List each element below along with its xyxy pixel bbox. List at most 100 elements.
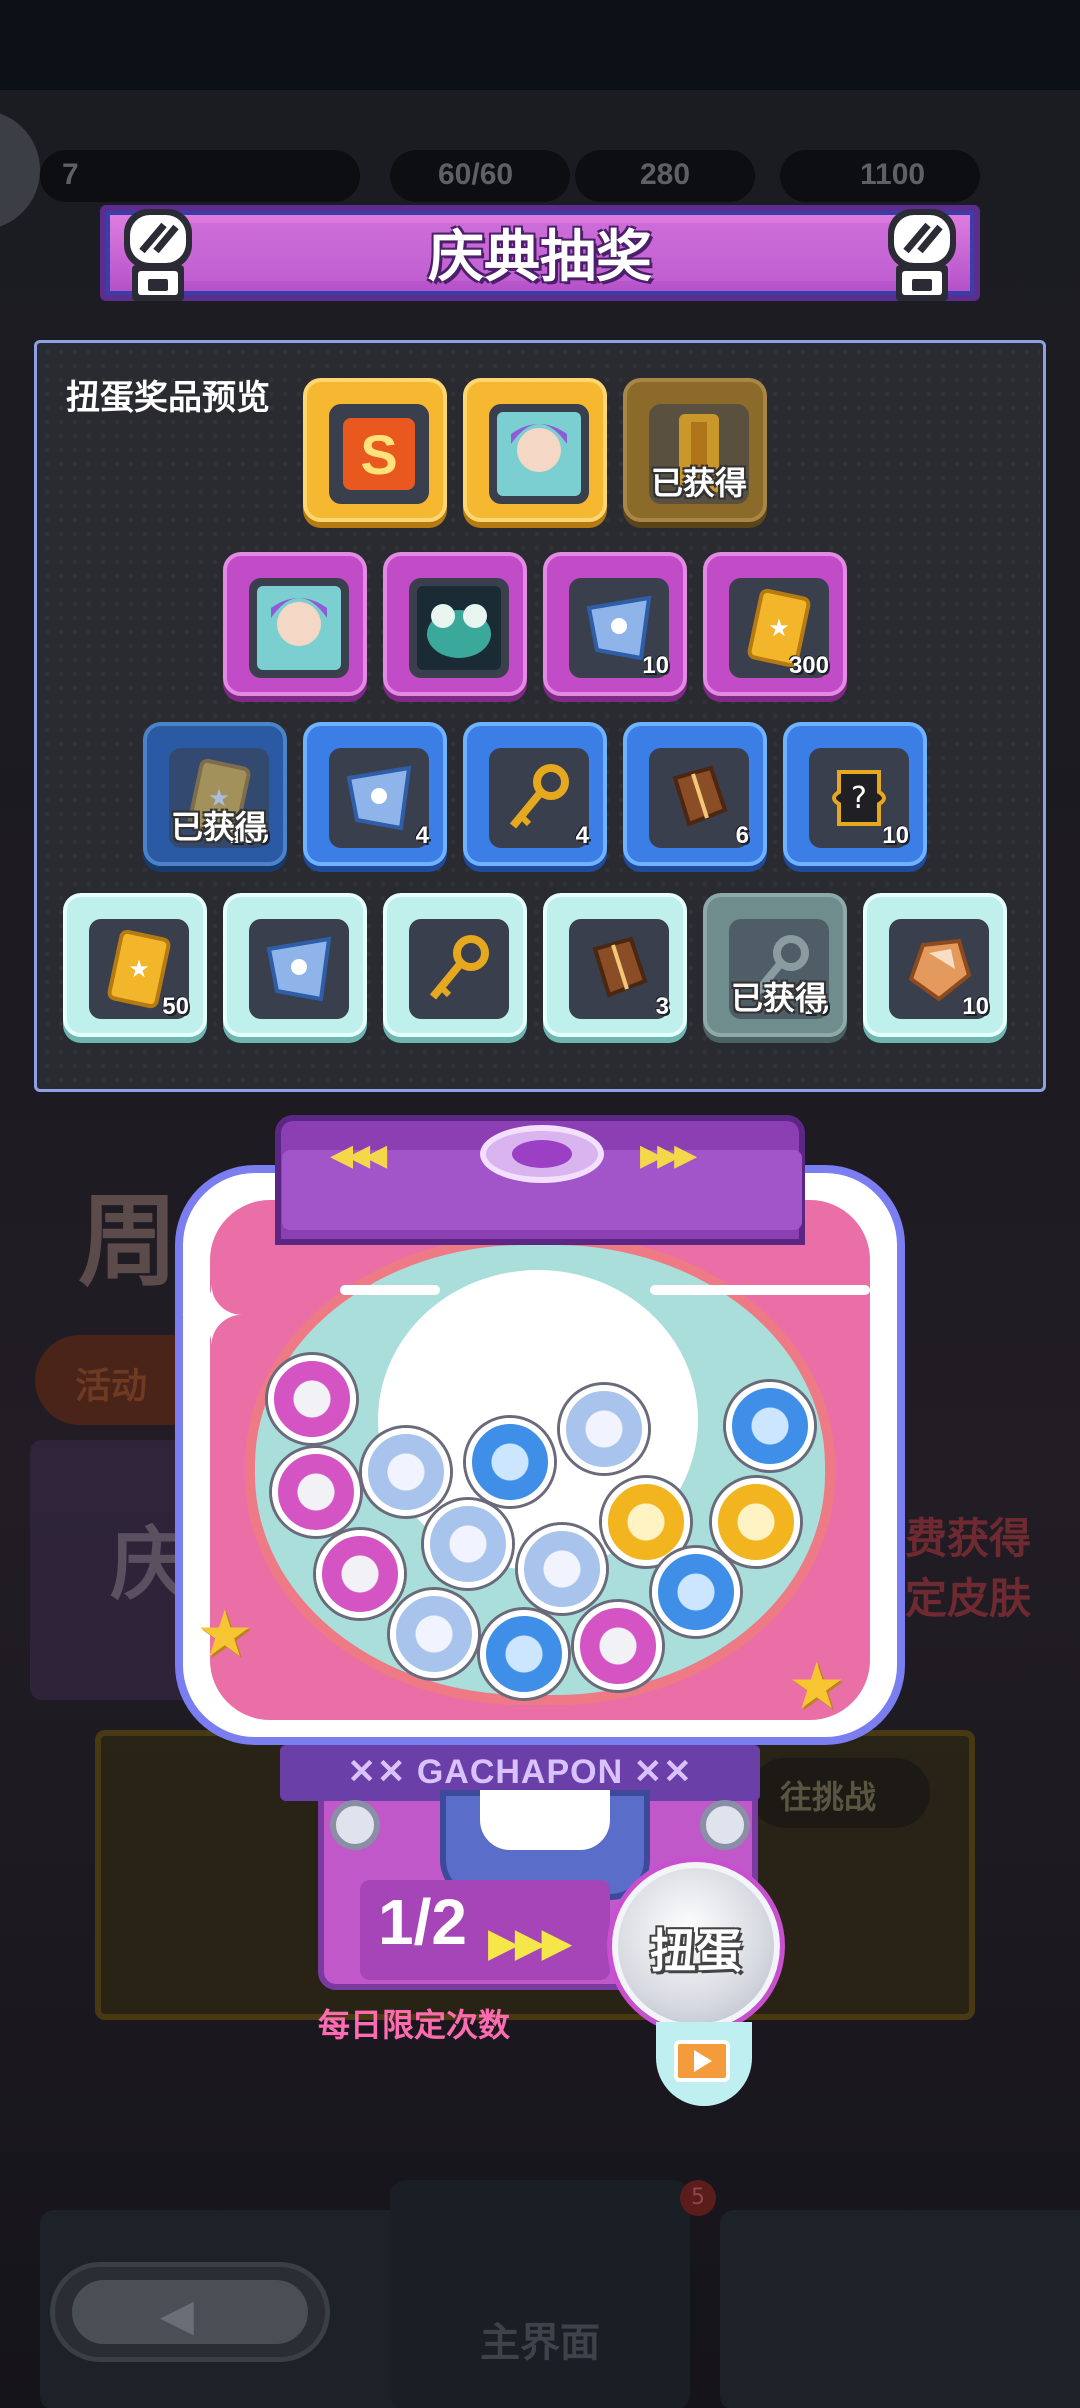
bg-side-text-2: 定皮肤 <box>905 1574 1032 1623</box>
capsule <box>518 1525 606 1613</box>
lid-arrows-right: ▶▶▶ <box>640 1138 697 1173</box>
capsule <box>466 1418 554 1506</box>
spin-button-label: 扭蛋 <box>650 1924 742 1978</box>
prize-icon-frame <box>649 748 749 848</box>
capsule-machine-icon <box>124 209 192 301</box>
prize-tile[interactable]: ? 10 <box>783 722 927 866</box>
prize-tile[interactable] <box>223 893 367 1037</box>
prize-count: 6 <box>735 822 749 849</box>
prize-tile[interactable] <box>223 552 367 696</box>
prize-icon-frame <box>489 404 589 504</box>
prize-tile[interactable]: 6 <box>623 722 767 866</box>
level-bar <box>40 150 360 202</box>
lid-arrows-left: ◀◀◀ <box>330 1138 387 1173</box>
bg-activity-label: 活动 <box>75 1365 148 1406</box>
capsule <box>574 1602 662 1690</box>
star-icon: ★ <box>196 1598 254 1672</box>
gold-key-icon <box>509 764 569 829</box>
prize-tile[interactable]: 4 <box>303 722 447 866</box>
prize-tile[interactable]: S <box>303 378 447 522</box>
gachapon-brand: ✕✕ GACHAPON ✕✕ <box>347 1753 693 1791</box>
prize-tile[interactable]: 已获得 <box>623 378 767 522</box>
prize-tile[interactable]: 4 <box>463 722 607 866</box>
sparkle-icon: ✦ <box>178 1270 246 1363</box>
prize-tile[interactable]: ★ 50 <box>63 893 207 1037</box>
page-title: 庆典抽奖 <box>428 225 652 290</box>
owned-label: 已获得 <box>650 464 747 502</box>
bg-side-text-1: 费获得 <box>905 1514 1032 1563</box>
prize-icon-frame: S <box>329 404 429 504</box>
prize-count: 10 <box>882 822 909 849</box>
star-icon: ★ <box>788 1650 846 1724</box>
prize-tile[interactable] <box>463 378 607 522</box>
status-bar-area <box>0 0 1080 90</box>
owned-label: 已获得 <box>170 808 267 846</box>
capsule <box>480 1610 568 1698</box>
prize-count: 10 <box>962 993 989 1020</box>
capsule <box>424 1500 512 1588</box>
gem-value: 280 <box>640 158 691 191</box>
gold-key-icon <box>429 935 489 1000</box>
arrows-icon: ▶▶▶ <box>488 1920 572 1966</box>
prize-count: 4 <box>575 822 589 849</box>
prize-count: 10 <box>642 652 669 679</box>
prize-count: 3 <box>655 993 669 1020</box>
wood-chest-icon <box>672 765 728 827</box>
prize-tile[interactable] <box>383 552 527 696</box>
machine-bolt <box>330 1800 380 1850</box>
capsule <box>362 1428 450 1516</box>
tv-play-icon <box>674 2040 730 2082</box>
nav-tile-5 <box>895 2210 1080 2408</box>
owned-label: 已获得 <box>730 979 827 1017</box>
bg-anniversary-char: 周 <box>78 1186 178 1298</box>
draw-count: 1/2 <box>378 1886 467 1958</box>
glass-streak <box>650 1285 870 1295</box>
capsule <box>560 1385 648 1473</box>
nav-tile-4 <box>720 2210 920 2408</box>
glass-streak <box>340 1285 440 1295</box>
s-badge-icon: S <box>343 418 415 490</box>
daily-limit-label: 每日限定次数 <box>318 2006 511 2044</box>
gachapon-brand-text: GACHAPON <box>416 1753 624 1791</box>
lid-ring-center <box>512 1140 572 1168</box>
prize-count: 300 <box>788 652 829 679</box>
prize-icon-frame <box>329 748 429 848</box>
svg-text:★: ★ <box>768 614 790 642</box>
prize-icon-frame <box>249 919 349 1019</box>
capsule <box>726 1382 814 1470</box>
coin-value: 1100 <box>860 158 926 191</box>
svg-text:★: ★ <box>128 955 150 983</box>
prize-icon-frame <box>249 578 349 678</box>
bg-challenge-label: 往挑战 <box>780 1778 877 1816</box>
prize-tile[interactable]: ★ 300 <box>703 552 847 696</box>
svg-text:S: S <box>360 423 397 486</box>
prize-tile[interactable]: ★ 100 已获得 <box>143 722 287 866</box>
prize-icon-frame <box>409 919 509 1019</box>
capsule <box>712 1478 800 1566</box>
blue-ticket-icon <box>346 765 412 831</box>
svg-text:?: ? <box>851 781 867 816</box>
capsule <box>652 1548 740 1636</box>
prize-count: 4 <box>415 822 429 849</box>
capsule-chute-opening <box>480 1790 610 1850</box>
capsule-machine-icon <box>888 209 956 301</box>
prize-tile[interactable]: 10 <box>543 552 687 696</box>
character-portrait-icon <box>257 586 341 670</box>
prize-icon-frame <box>569 919 669 1019</box>
prize-tile[interactable]: 10 <box>863 893 1007 1037</box>
nav-home-label: 主界面 <box>480 2320 600 2366</box>
character-portrait-icon <box>497 412 581 496</box>
wood-chest-icon <box>592 936 648 998</box>
capsule <box>268 1355 356 1443</box>
frog-portrait-icon <box>417 586 501 670</box>
prize-icon-frame <box>489 748 589 848</box>
prize-tile[interactable]: 10 已获得 <box>703 893 847 1037</box>
capsule <box>272 1448 360 1536</box>
prize-tile[interactable]: 3 <box>543 893 687 1037</box>
nav-notification-badge: 5 <box>680 2180 716 2216</box>
machine-bolt <box>700 1800 750 1850</box>
nav-home <box>390 2180 690 2408</box>
prize-icon-frame <box>409 578 509 678</box>
level-value: 7 <box>62 158 79 191</box>
prize-tile[interactable] <box>383 893 527 1037</box>
